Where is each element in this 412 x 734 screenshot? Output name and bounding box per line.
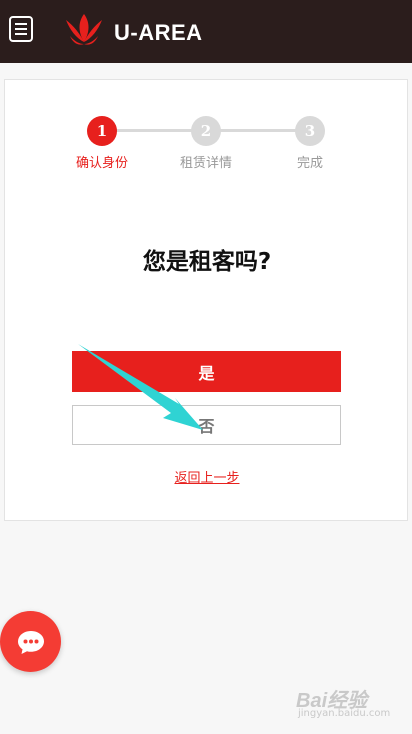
step-connector xyxy=(220,129,296,132)
lotus-logo-icon xyxy=(66,14,102,45)
watermark: Bai经验 jingyan.baidu.com xyxy=(296,680,406,724)
hamburger-menu-icon[interactable] xyxy=(9,16,33,42)
arrow-pointer-icon xyxy=(78,344,203,430)
step-3-label: 完成 xyxy=(296,156,323,171)
top-header: U-AREA xyxy=(0,0,412,63)
step-1-label: 确认身份 xyxy=(75,156,128,171)
identity-card: 1 2 3 确认身份 租赁详情 完成 您是租客吗? 是 否 返回上一步 xyxy=(4,79,408,521)
tenant-question: 您是租客吗? xyxy=(142,249,272,275)
step-2-circle: 2 xyxy=(191,116,221,146)
logo-text: U-AREA xyxy=(114,20,203,45)
step-connector xyxy=(116,129,192,132)
watermark-sub: jingyan.baidu.com xyxy=(298,708,391,719)
back-link[interactable]: 返回上一步 xyxy=(5,467,409,486)
chat-button[interactable] xyxy=(0,611,61,672)
step-2-label: 租赁详情 xyxy=(179,156,232,171)
chat-bubble-icon xyxy=(18,631,44,654)
step-1-circle: 1 xyxy=(87,116,117,146)
step-3-circle: 3 xyxy=(295,116,325,146)
